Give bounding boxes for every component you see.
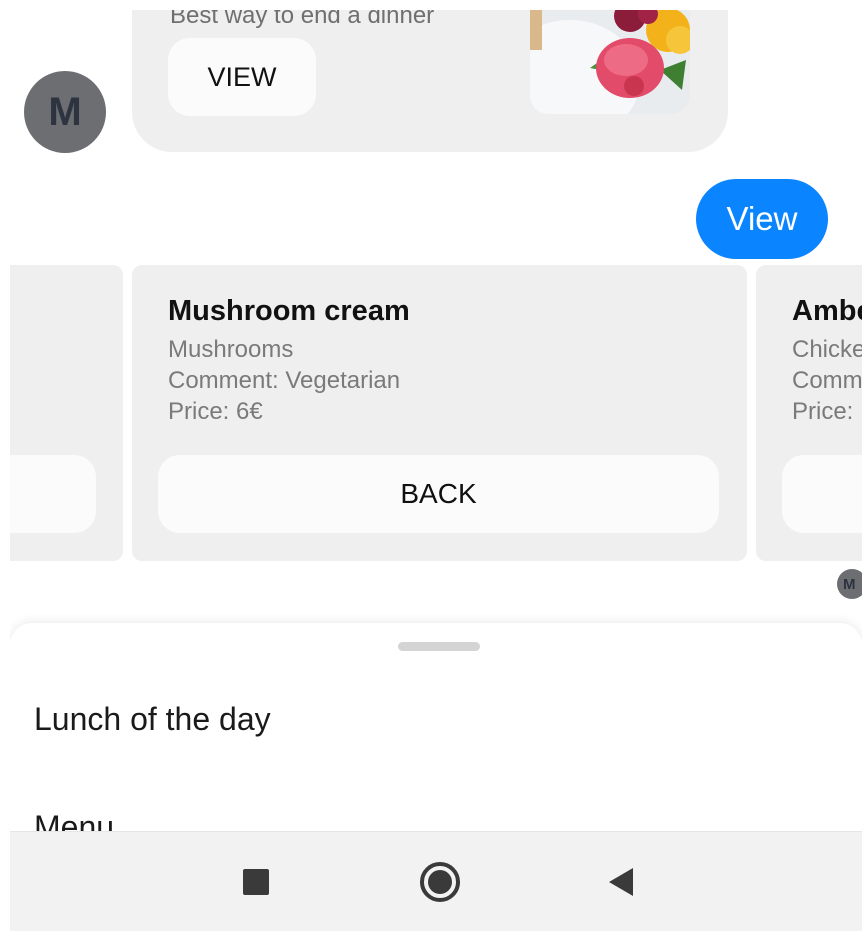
recents-square-icon xyxy=(243,869,269,895)
home-circle-icon xyxy=(420,862,460,902)
view-button[interactable]: VIEW xyxy=(168,38,316,116)
left-card-button[interactable] xyxy=(10,455,96,533)
drag-handle[interactable] xyxy=(398,642,480,651)
dish-price: Price: 6€ xyxy=(168,398,263,425)
sheet-item-lunch-of-the-day[interactable]: Lunch of the day xyxy=(34,701,271,738)
system-navbar xyxy=(10,831,862,931)
chat-screen: Best way to end a dinner VIEW M View Mus… xyxy=(10,10,862,931)
carousel-card-left[interactable] xyxy=(10,265,123,561)
bottom-sheet: Lunch of the day Menu xyxy=(10,623,862,853)
dish-title: Mushroom cream xyxy=(168,295,410,327)
dish-comment: Comm xyxy=(792,367,862,394)
right-card-button[interactable] xyxy=(782,455,862,533)
back-triangle-icon xyxy=(609,868,633,896)
bot-avatar: M xyxy=(24,71,106,153)
bot-avatar-small: M xyxy=(837,569,862,599)
dish-ingredients: Mushrooms xyxy=(168,336,294,363)
user-message-bubble: View xyxy=(696,179,828,259)
carousel-card-mushroom-cream: Mushroom cream Mushrooms Comment: Vegeta… xyxy=(132,265,747,561)
home-button[interactable] xyxy=(390,832,490,931)
dish-title: Ambe xyxy=(792,295,862,327)
dessert-image xyxy=(530,10,690,114)
dessert-photo-icon xyxy=(530,10,690,114)
recents-button[interactable] xyxy=(206,832,306,931)
dish-price: Price: xyxy=(792,398,854,425)
dessert-card: Best way to end a dinner VIEW xyxy=(132,10,728,152)
back-button[interactable]: BACK xyxy=(158,455,719,533)
carousel-card-right[interactable]: Ambe Chicke Comm Price: xyxy=(756,265,862,561)
dish-ingredients: Chicke xyxy=(792,336,862,363)
dish-comment: Comment: Vegetarian xyxy=(168,367,401,394)
card-description: Best way to end a dinner xyxy=(170,10,435,29)
back-nav-button[interactable] xyxy=(570,832,670,931)
